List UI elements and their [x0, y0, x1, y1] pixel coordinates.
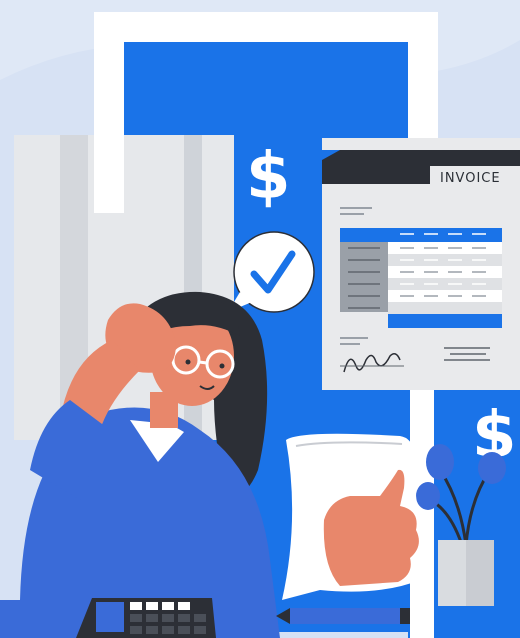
invoice-header-band — [322, 150, 520, 168]
invoice-table-footer — [388, 314, 502, 328]
plant-pot-light — [438, 540, 466, 606]
glasses-bridge — [198, 360, 208, 365]
calculator-key — [162, 602, 174, 610]
invoice-title: INVOICE — [440, 171, 501, 186]
calculator-screen — [96, 602, 124, 632]
invoice-table-column — [340, 242, 388, 312]
invoice-table-header — [340, 228, 502, 242]
illustration-scene: $ $ INVOICE — [0, 0, 520, 638]
eye — [219, 363, 225, 369]
calculator-key — [146, 602, 158, 610]
frame-corner — [94, 135, 124, 213]
calculator-key — [146, 626, 158, 634]
calculator-icon — [76, 598, 216, 638]
calculator-key — [146, 614, 158, 622]
calculator-key — [194, 626, 206, 634]
calculator-key — [178, 614, 190, 622]
invoice-table-row — [388, 302, 502, 314]
calculator-key — [162, 614, 174, 622]
pencil-body — [290, 608, 400, 624]
flower-petal — [416, 482, 440, 510]
calculator-key — [194, 614, 206, 622]
pencil-icon — [276, 608, 410, 624]
eye — [185, 359, 191, 365]
dollar-icon-left: $ — [246, 140, 291, 214]
calculator-key — [162, 626, 174, 634]
calculator-key — [130, 626, 142, 634]
calculator-key — [130, 614, 142, 622]
pencil-eraser — [400, 608, 410, 624]
flower-petal — [478, 452, 506, 484]
calculator-key — [178, 626, 190, 634]
calculator-key — [130, 602, 142, 610]
illustration-canvas: $ $ INVOICE — [0, 0, 520, 638]
calculator-key — [178, 602, 190, 610]
flower-petal — [426, 444, 454, 480]
invoice-document: INVOICE — [322, 138, 520, 390]
